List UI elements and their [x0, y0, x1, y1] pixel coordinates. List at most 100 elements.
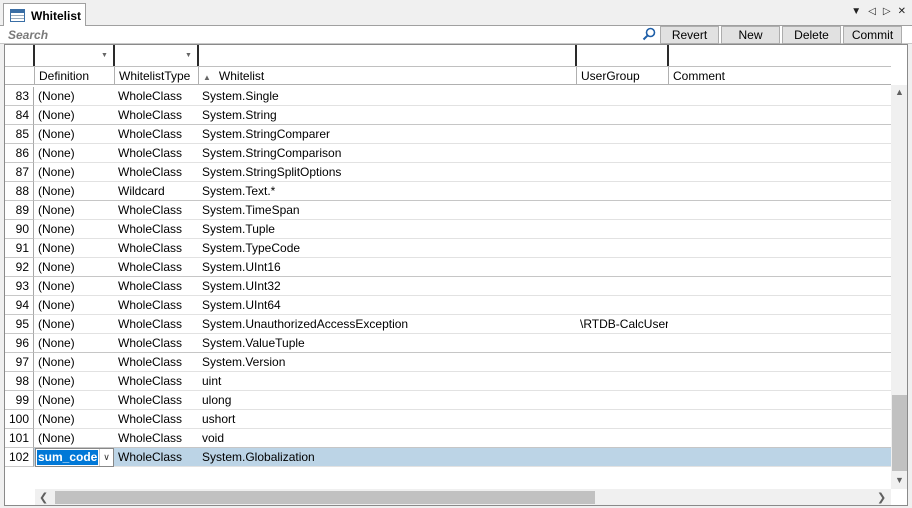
cell-whitelist[interactable]: ulong	[200, 391, 576, 410]
definition-combobox[interactable]: sum_code ∨	[35, 448, 114, 467]
cell-whitelist[interactable]: System.TimeSpan	[200, 201, 576, 220]
cell-whitelist[interactable]: System.String	[200, 106, 576, 125]
vertical-scrollbar[interactable]: ▲ ▼	[891, 85, 907, 489]
row-number[interactable]: 100	[5, 410, 34, 429]
cell-usergroup[interactable]	[578, 353, 668, 372]
cell-whitelist[interactable]: System.Single	[200, 87, 576, 106]
cell-comment[interactable]	[670, 277, 890, 296]
row-number[interactable]: 85	[5, 125, 34, 144]
cell-definition[interactable]: (None)	[36, 334, 114, 353]
scroll-left-icon[interactable]: ❮	[39, 491, 48, 504]
cell-definition[interactable]: (None)	[36, 87, 114, 106]
cell-comment[interactable]	[670, 106, 890, 125]
row-number[interactable]: 93	[5, 277, 34, 296]
cell-comment[interactable]	[670, 448, 890, 467]
row-number[interactable]: 92	[5, 258, 34, 277]
cell-comment[interactable]	[670, 239, 890, 258]
row-number[interactable]: 84	[5, 106, 34, 125]
cell-whitelist[interactable]: System.UInt16	[200, 258, 576, 277]
table-row[interactable]: 97 (None) WholeClass System.Version	[5, 353, 891, 372]
table-row[interactable]: 100 (None) WholeClass ushort	[5, 410, 891, 429]
scroll-down-icon[interactable]: ▼	[895, 475, 904, 485]
cell-whitelist[interactable]: System.ValueTuple	[200, 334, 576, 353]
cell-comment[interactable]	[670, 125, 890, 144]
table-row[interactable]: 102 sum_code ∨ WholeClass System.Globalizati…	[5, 448, 891, 467]
cell-whitelist[interactable]: System.StringSplitOptions	[200, 163, 576, 182]
chevron-down-icon[interactable]: ▼	[99, 49, 110, 62]
cell-whitelist[interactable]: System.Tuple	[200, 220, 576, 239]
table-row[interactable]: 96 (None) WholeClass System.ValueTuple	[5, 334, 891, 353]
close-icon[interactable]: ✕	[898, 6, 906, 17]
cell-definition[interactable]: (None)	[36, 277, 114, 296]
table-row[interactable]: 98 (None) WholeClass uint	[5, 372, 891, 391]
cell-definition[interactable]: (None)	[36, 372, 114, 391]
filter-usergroup[interactable]	[577, 45, 669, 66]
cell-whitelist[interactable]: System.Text.*	[200, 182, 576, 201]
cell-comment[interactable]	[670, 315, 890, 334]
horizontal-scrollbar[interactable]: ❮ ❯	[35, 489, 891, 505]
chevron-down-icon[interactable]: ▼	[183, 49, 194, 62]
cell-whitelist[interactable]: uint	[200, 372, 576, 391]
cell-whitelisttype[interactable]: WholeClass	[116, 353, 198, 372]
row-number[interactable]: 89	[5, 201, 34, 220]
cell-usergroup[interactable]	[578, 106, 668, 125]
cell-usergroup[interactable]	[578, 448, 668, 467]
definition-edit-text[interactable]: sum_code	[37, 450, 99, 465]
row-number[interactable]: 87	[5, 163, 34, 182]
search-icon[interactable]	[642, 27, 656, 41]
row-number[interactable]: 102	[5, 448, 34, 467]
cell-usergroup[interactable]	[578, 87, 668, 106]
column-header-whitelist[interactable]: ▲ Whitelist	[199, 67, 577, 85]
scroll-left-icon[interactable]: ◁	[868, 6, 876, 17]
cell-definition[interactable]: (None)	[36, 410, 114, 429]
commit-button[interactable]: Commit	[843, 26, 902, 44]
cell-usergroup[interactable]	[578, 220, 668, 239]
cell-whitelisttype[interactable]: WholeClass	[116, 125, 198, 144]
row-number[interactable]: 90	[5, 220, 34, 239]
cell-whitelisttype[interactable]: WholeClass	[116, 277, 198, 296]
cell-definition[interactable]: (None)	[36, 258, 114, 277]
cell-whitelisttype[interactable]: WholeClass	[116, 315, 198, 334]
cell-usergroup[interactable]	[578, 163, 668, 182]
cell-whitelist[interactable]: System.TypeCode	[200, 239, 576, 258]
cell-whitelisttype[interactable]: WholeClass	[116, 410, 198, 429]
dropdown-icon[interactable]: ▼	[851, 6, 861, 17]
cell-definition[interactable]: (None)	[36, 201, 114, 220]
row-number[interactable]: 95	[5, 315, 34, 334]
cell-whitelist[interactable]: System.StringComparison	[200, 144, 576, 163]
row-number[interactable]: 96	[5, 334, 34, 353]
cell-usergroup[interactable]	[578, 182, 668, 201]
cell-whitelisttype[interactable]: WholeClass	[116, 106, 198, 125]
filter-comment[interactable]	[669, 45, 891, 66]
cell-comment[interactable]	[670, 163, 890, 182]
cell-comment[interactable]	[670, 220, 890, 239]
cell-definition[interactable]: (None)	[36, 391, 114, 410]
cell-usergroup[interactable]	[578, 296, 668, 315]
cell-definition[interactable]: (None)	[36, 163, 114, 182]
revert-button[interactable]: Revert	[660, 26, 719, 44]
cell-whitelist[interactable]: System.UInt64	[200, 296, 576, 315]
chevron-down-icon[interactable]: ∨	[99, 449, 113, 466]
scroll-right-icon[interactable]: ❯	[877, 491, 886, 504]
table-row[interactable]: 87 (None) WholeClass System.StringSplitOpti…	[5, 163, 891, 182]
cell-usergroup[interactable]	[578, 334, 668, 353]
table-row[interactable]: 90 (None) WholeClass System.Tuple	[5, 220, 891, 239]
row-number[interactable]: 83	[5, 87, 34, 106]
cell-whitelisttype[interactable]: WholeClass	[116, 220, 198, 239]
tab-whitelist[interactable]: Whitelist	[3, 3, 86, 27]
table-row[interactable]: 101 (None) WholeClass void	[5, 429, 891, 448]
cell-definition[interactable]: (None)	[36, 144, 114, 163]
table-row[interactable]: 91 (None) WholeClass System.TypeCode	[5, 239, 891, 258]
cell-usergroup[interactable]	[578, 258, 668, 277]
search-input[interactable]	[4, 26, 634, 44]
cell-comment[interactable]	[670, 391, 890, 410]
cell-whitelisttype[interactable]: WholeClass	[116, 258, 198, 277]
cell-usergroup[interactable]	[578, 201, 668, 220]
cell-definition[interactable]: (None)	[36, 315, 114, 334]
cell-usergroup[interactable]	[578, 429, 668, 448]
cell-comment[interactable]	[670, 353, 890, 372]
column-header-whitelisttype[interactable]: WhitelistType	[115, 67, 199, 85]
cell-usergroup[interactable]	[578, 391, 668, 410]
table-row[interactable]: 92 (None) WholeClass System.UInt16	[5, 258, 891, 277]
cell-comment[interactable]	[670, 296, 890, 315]
